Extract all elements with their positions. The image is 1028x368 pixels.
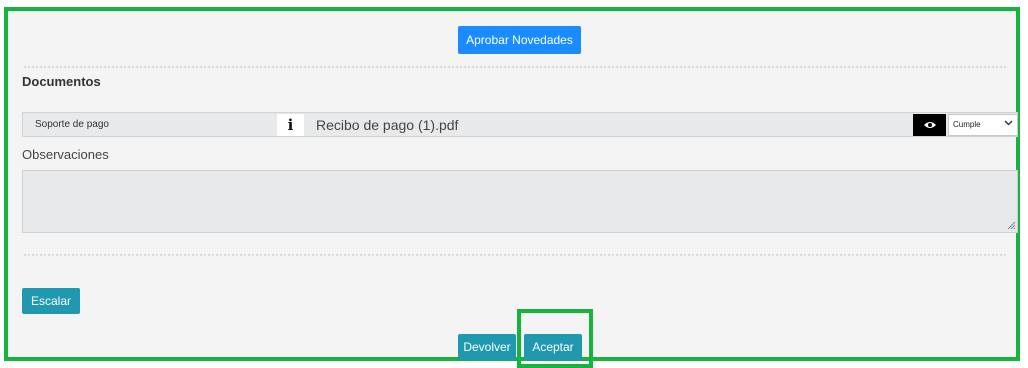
- eye-icon: [923, 122, 936, 128]
- observations-label: Observaciones: [22, 147, 109, 162]
- separator-bottom: [24, 254, 1006, 256]
- approve-novelties-button[interactable]: Aprobar Novedades: [458, 26, 581, 54]
- accept-button[interactable]: Aceptar: [524, 334, 582, 360]
- separator-top: [24, 66, 1006, 68]
- status-select[interactable]: Cumple: [948, 114, 1018, 136]
- status-select-value: Cumple: [953, 120, 981, 129]
- view-document-button[interactable]: [913, 114, 946, 136]
- chevron-down-icon: [1004, 118, 1013, 130]
- document-filename[interactable]: Recibo de pago (1).pdf: [316, 117, 458, 133]
- resize-grip-icon[interactable]: [1006, 220, 1016, 230]
- document-row: Soporte de pago i Recibo de pago (1).pdf…: [22, 112, 1018, 137]
- return-button[interactable]: Devolver: [458, 334, 516, 360]
- documents-heading: Documentos: [22, 74, 101, 89]
- escalate-button[interactable]: Escalar: [22, 288, 80, 314]
- info-icon[interactable]: i: [277, 114, 304, 136]
- document-label: Soporte de pago: [35, 119, 109, 130]
- observations-textarea[interactable]: [22, 170, 1018, 233]
